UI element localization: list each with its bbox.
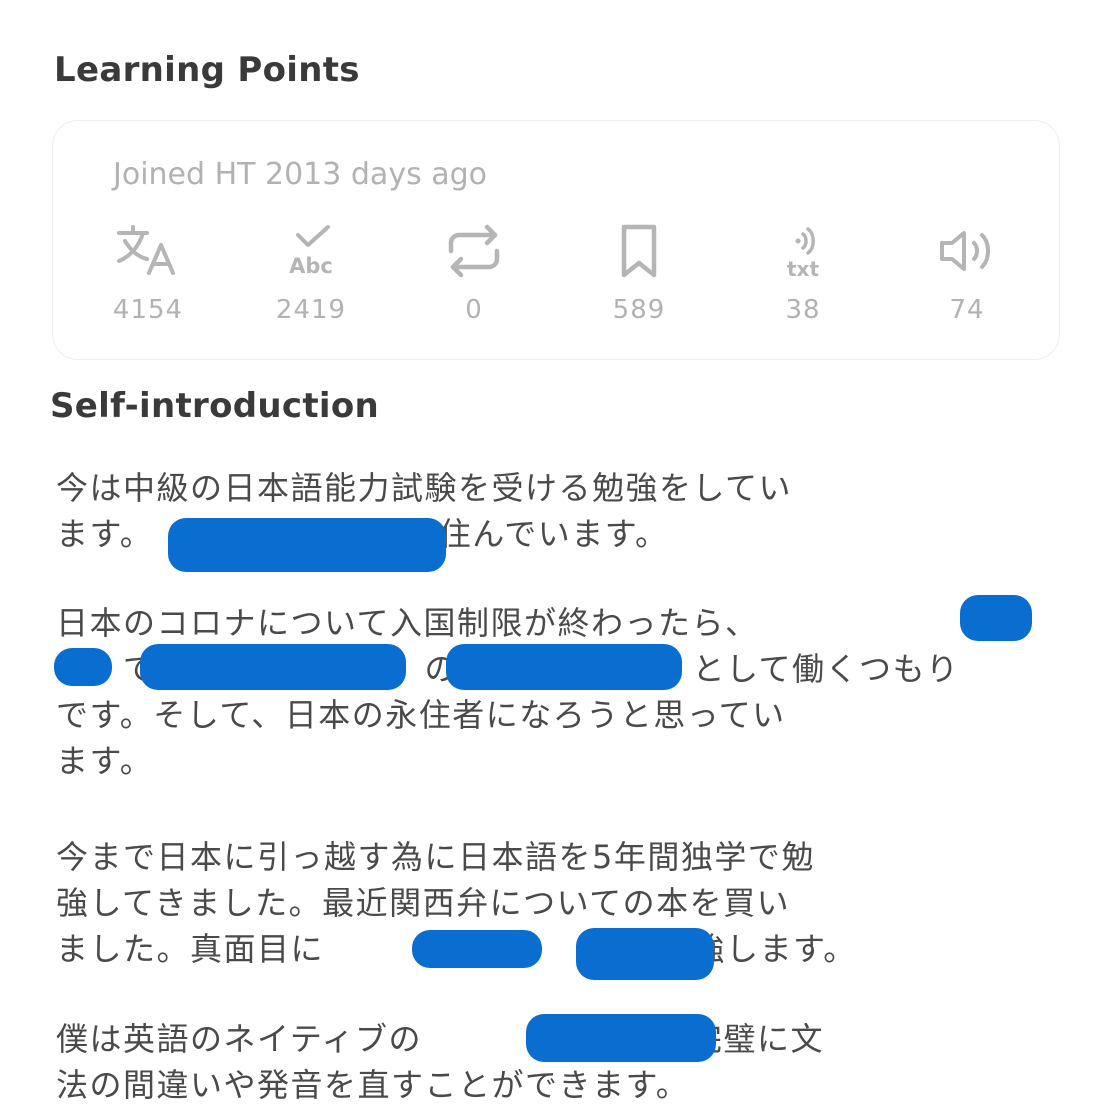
redaction-mark [960,595,1032,641]
redaction-mark [54,648,112,686]
stat-shares[interactable]: 0 [404,221,544,331]
redaction-mark [412,930,542,968]
self-introduction-title: Self-introduction [50,386,380,426]
speaker-icon [932,221,1002,281]
stat-voice-messages[interactable]: 74 [897,221,1037,331]
stat-voice-to-text[interactable]: txt 38 [733,221,873,331]
redaction-mark [576,928,714,980]
stat-count: 74 [949,295,985,325]
stat-translations[interactable]: 4154 [78,221,218,331]
svg-text:txt: txt [787,257,819,281]
svg-text:Abc: Abc [289,254,333,278]
text-line: です。そして、日本の永住者になろうと思ってい [56,696,786,734]
stat-bookmarks[interactable]: 589 [569,221,709,331]
joined-text: Joined HT 2013 days ago [113,157,488,192]
grammar-check-icon: Abc [276,221,346,281]
stat-count: 4154 [112,295,184,325]
redaction-mark [446,644,682,690]
voice-to-text-icon: txt [768,221,838,281]
profile-page: Learning Points Joined HT 2013 days ago … [0,0,1108,1108]
redaction-mark [140,644,406,690]
intro-paragraph-2: 日本のコロナについて入国制限が終わったら、 で の として働くつもり です。そし… [56,600,1056,784]
stat-count: 2419 [275,295,347,325]
intro-paragraph-3: 今まで日本に引っ越す為に日本語を5年間独学で勉 強してきました。最近関西弁につい… [56,834,1056,972]
redaction-mark [168,518,446,572]
text-line: ました。真面目に と を勉強します。 [56,930,857,968]
text-line: 強してきました。最近関西弁についての本を買い [56,884,791,922]
stat-count: 589 [612,295,666,325]
text-line: 日本のコロナについて入国制限が終わったら、 [56,604,759,642]
bookmark-icon [604,221,674,281]
text-line: 今まで日本に引っ越す為に日本語を5年間独学で勉 [56,838,815,876]
redaction-mark [526,1014,716,1062]
stats-row: 4154 Abc 2419 0 589 txt 38 74 [53,221,1061,331]
translate-icon [113,221,183,281]
learning-points-card: Joined HT 2013 days ago 4154 Abc 2419 0 … [52,120,1060,360]
text-line: 法の間違いや発音を直すことができます。 [56,1066,690,1104]
stat-count: 38 [785,295,821,325]
repeat-icon [439,221,509,281]
text-line: ます。 [56,742,154,780]
stat-count: 0 [465,295,483,325]
text-line: 今は中級の日本語能力試験を受ける勉強をしてい [56,469,793,507]
stat-corrections[interactable]: Abc 2419 [241,221,381,331]
learning-points-title: Learning Points [54,50,360,90]
